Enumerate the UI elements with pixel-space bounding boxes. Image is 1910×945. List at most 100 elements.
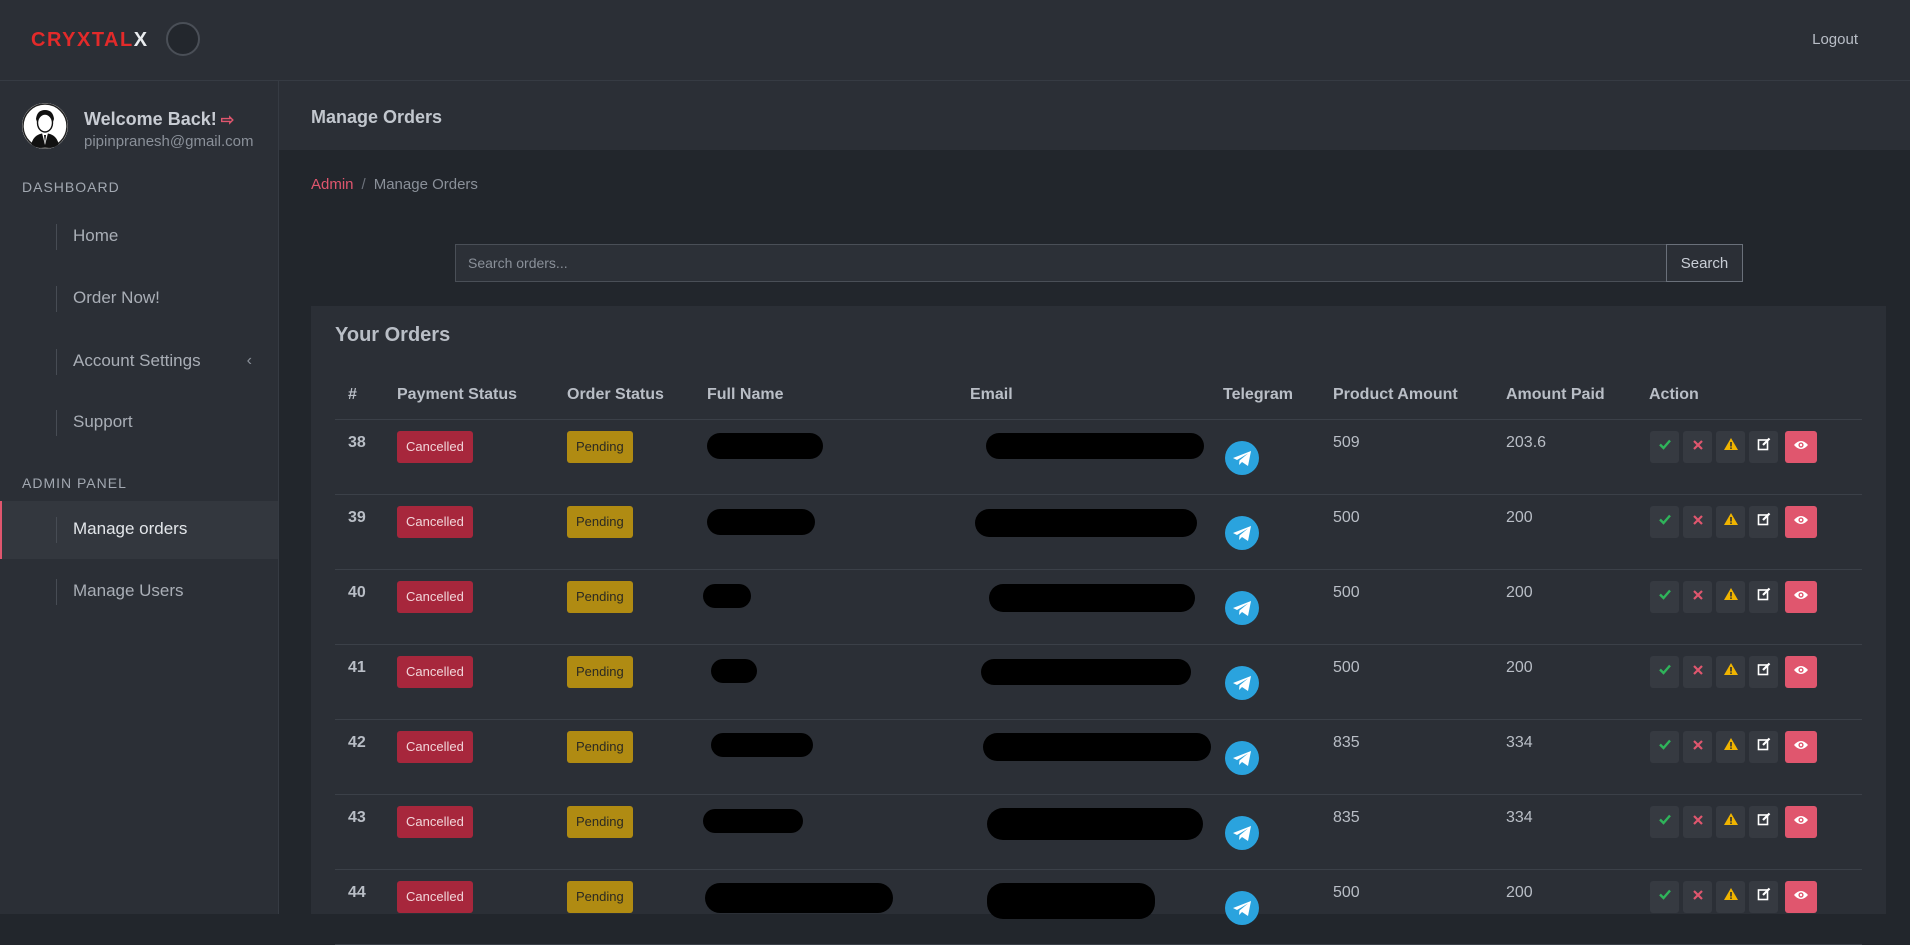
- column-header-full-name: Full Name: [707, 386, 784, 403]
- approve-button[interactable]: [1650, 731, 1679, 763]
- edit-icon: [1757, 662, 1771, 680]
- payment-status-badge: Cancelled: [397, 881, 473, 913]
- eye-icon: [1793, 663, 1809, 680]
- telegram-icon[interactable]: [1225, 516, 1259, 550]
- order-status-badge: Pending: [567, 506, 633, 538]
- edit-button[interactable]: [1749, 431, 1778, 463]
- welcome-heading: Welcome Back! ⇨: [84, 109, 234, 130]
- edit-button[interactable]: [1749, 881, 1778, 913]
- flag-button[interactable]: [1716, 506, 1745, 538]
- payment-status-badge: Cancelled: [397, 731, 473, 763]
- payment-status-badge: Cancelled: [397, 806, 473, 838]
- telegram-icon[interactable]: [1225, 816, 1259, 850]
- reject-button[interactable]: [1683, 806, 1712, 838]
- amount-paid: 200: [1506, 659, 1533, 676]
- telegram-icon[interactable]: [1225, 891, 1259, 925]
- brand-name-part2: X: [133, 29, 149, 51]
- approve-button[interactable]: [1650, 806, 1679, 838]
- close-icon: [1692, 588, 1704, 605]
- view-button[interactable]: [1785, 806, 1817, 838]
- amount-paid: 334: [1506, 734, 1533, 751]
- breadcrumb-separator: /: [361, 176, 366, 193]
- approve-button[interactable]: [1650, 881, 1679, 913]
- breadcrumb: Admin / Manage Orders: [311, 176, 478, 193]
- amount-paid: 203.6: [1506, 434, 1547, 451]
- reject-button[interactable]: [1683, 881, 1712, 913]
- reject-button[interactable]: [1683, 581, 1712, 613]
- amount-paid: 200: [1506, 884, 1533, 901]
- sidebar-item-label: Manage orders: [73, 519, 188, 538]
- redacted-email: [975, 509, 1197, 537]
- telegram-icon[interactable]: [1225, 441, 1259, 475]
- sidebar-item-divider: [56, 410, 57, 436]
- check-icon: [1658, 663, 1672, 680]
- logout-link[interactable]: Logout: [1812, 31, 1858, 48]
- edit-button[interactable]: [1749, 731, 1778, 763]
- table-row: 39 Cancelled Pending 500 200: [335, 494, 1862, 570]
- approve-button[interactable]: [1650, 656, 1679, 688]
- view-button[interactable]: [1785, 881, 1817, 913]
- sidebar-item-divider: [56, 579, 57, 605]
- check-icon: [1658, 813, 1672, 830]
- close-icon: [1692, 888, 1704, 905]
- view-button[interactable]: [1785, 581, 1817, 613]
- edit-button[interactable]: [1749, 656, 1778, 688]
- sign-out-icon[interactable]: ⇨: [221, 112, 234, 129]
- search-input[interactable]: [455, 244, 1667, 282]
- reject-button[interactable]: [1683, 731, 1712, 763]
- sidebar-item-order-now[interactable]: Order Now!: [0, 270, 278, 328]
- check-icon: [1658, 888, 1672, 905]
- search-button[interactable]: Search: [1666, 244, 1743, 282]
- telegram-icon[interactable]: [1225, 591, 1259, 625]
- reject-button[interactable]: [1683, 431, 1712, 463]
- theme-toggle[interactable]: [166, 22, 200, 56]
- redacted-email: [983, 733, 1211, 761]
- approve-button[interactable]: [1650, 581, 1679, 613]
- payment-status-badge: Cancelled: [397, 656, 473, 688]
- check-icon: [1658, 738, 1672, 755]
- edit-button[interactable]: [1749, 581, 1778, 613]
- edit-icon: [1757, 512, 1771, 530]
- sidebar-item-manage-orders[interactable]: Manage orders: [0, 501, 278, 559]
- view-button[interactable]: [1785, 656, 1817, 688]
- reject-button[interactable]: [1683, 656, 1712, 688]
- redacted-full-name: [705, 883, 893, 913]
- avatar: [22, 103, 68, 149]
- sidebar-item-manage-users[interactable]: Manage Users: [0, 563, 278, 621]
- flag-button[interactable]: [1716, 656, 1745, 688]
- edit-button[interactable]: [1749, 506, 1778, 538]
- approve-button[interactable]: [1650, 506, 1679, 538]
- eye-icon: [1793, 438, 1809, 455]
- product-amount: 500: [1333, 509, 1360, 526]
- breadcrumb-admin-link[interactable]: Admin: [311, 176, 354, 193]
- flag-button[interactable]: [1716, 431, 1745, 463]
- column-header-telegram: Telegram: [1223, 386, 1293, 403]
- flag-button[interactable]: [1716, 881, 1745, 913]
- order-id: 43: [348, 809, 366, 826]
- flag-button[interactable]: [1716, 806, 1745, 838]
- sidebar-item-home[interactable]: Home: [0, 208, 278, 266]
- edit-button[interactable]: [1749, 806, 1778, 838]
- sidebar-item-support[interactable]: Support: [0, 394, 278, 452]
- flag-button[interactable]: [1716, 731, 1745, 763]
- welcome-text: Welcome Back!: [84, 109, 217, 129]
- approve-button[interactable]: [1650, 431, 1679, 463]
- edit-icon: [1757, 887, 1771, 905]
- telegram-icon[interactable]: [1225, 666, 1259, 700]
- reject-button[interactable]: [1683, 506, 1712, 538]
- flag-button[interactable]: [1716, 581, 1745, 613]
- sidebar-item-account-settings[interactable]: Account Settings ‹: [0, 333, 278, 391]
- sidebar-item-label: Support: [73, 412, 133, 431]
- product-amount: 835: [1333, 809, 1360, 826]
- brand-logo[interactable]: CRYXTALX: [31, 29, 149, 52]
- view-button[interactable]: [1785, 431, 1817, 463]
- order-status-badge: Pending: [567, 656, 633, 688]
- view-button[interactable]: [1785, 506, 1817, 538]
- order-status-badge: Pending: [567, 806, 633, 838]
- telegram-icon[interactable]: [1225, 741, 1259, 775]
- view-button[interactable]: [1785, 731, 1817, 763]
- sidebar-item-divider: [56, 286, 57, 312]
- edit-icon: [1757, 737, 1771, 755]
- table-row: 42 Cancelled Pending 835 334: [335, 719, 1862, 795]
- warning-icon: [1723, 588, 1739, 605]
